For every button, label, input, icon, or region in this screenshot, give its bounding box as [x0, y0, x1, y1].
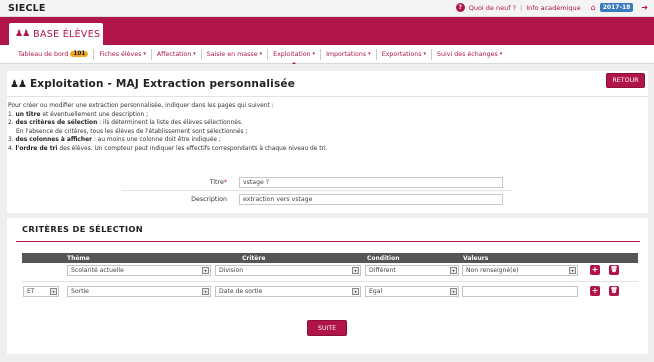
column-valeurs: Valeurs	[463, 254, 489, 262]
column-critere: Critère	[242, 254, 266, 262]
retour-button[interactable]: RETOUR	[606, 73, 645, 88]
section-tab[interactable]: ♟♟ BASE ÉLÈVES	[9, 23, 103, 45]
suite-button[interactable]: SUITE	[307, 320, 347, 336]
divider	[7, 96, 648, 97]
intro-text: Pour créer ou modifier une extraction pe…	[8, 102, 638, 154]
chevron-down-icon: ▾	[368, 51, 371, 57]
top-bar: SIECLE ? Quoi de neuf ? | Info académiqu…	[0, 0, 654, 17]
main-nav: Tableau de bord 101 Fiches élèves ▾ Affe…	[0, 45, 654, 65]
section-label: BASE ÉLÈVES	[33, 28, 101, 40]
title-row: Titre* vstage ?	[160, 177, 503, 188]
theme-select[interactable]: Scolarité actuelle ▾	[67, 265, 211, 276]
chevron-down-icon: ▾	[312, 51, 316, 57]
description-row: Description extraction vers vstage	[160, 194, 503, 205]
school-icon[interactable]: ⌂	[591, 3, 596, 12]
chevron-down-icon: ▾	[259, 51, 263, 57]
criteria-table-header: Thème Critère Condition Valeurs	[22, 253, 638, 263]
help-icon[interactable]: ?	[455, 3, 465, 12]
nav-importations[interactable]: Importations ▾	[321, 48, 377, 60]
title-input[interactable]: vstage ?	[239, 177, 503, 188]
add-criterion-button[interactable]: +	[590, 265, 600, 275]
chevron-down-icon: ▾	[450, 288, 457, 295]
intro-line: Pour créer ou modifier une extraction pe…	[8, 103, 274, 109]
chevron-down-icon: ▾	[569, 267, 576, 274]
nav-label: Exploitation	[273, 50, 311, 58]
nav-fiches-eleves[interactable]: Fiches élèves ▾	[94, 48, 152, 60]
intro-step-3: 3. des colonnes à afficher : au moins un…	[8, 137, 221, 144]
intro-step-1: 1. un titre et éventuellement une descri…	[8, 111, 149, 118]
page-title: ♟♟ Exploitation - MAJ Extraction personn…	[10, 78, 295, 90]
criteria-heading: CRITÈRES DE SÉLECTION	[22, 224, 143, 234]
chevron-down-icon: ▾	[193, 51, 196, 57]
top-links: ? Quoi de neuf ? | Info académique ⌂ 201…	[455, 3, 648, 12]
chevron-down-icon: ▾	[423, 51, 427, 57]
valeur-input[interactable]	[462, 286, 578, 297]
nav-affectation[interactable]: Affectation ▾	[152, 48, 202, 60]
top-separator: |	[520, 3, 523, 12]
intro-step-2: 2. des critères de sélection : ils déter…	[8, 120, 243, 127]
nav-label: Fiches élèves	[99, 50, 142, 58]
app-title: SIECLE	[8, 3, 46, 14]
condition-select[interactable]: Egal ▾	[365, 286, 459, 297]
chevron-down-icon: ▾	[499, 51, 503, 57]
nav-label: Affectation	[156, 50, 192, 58]
page-title-text: Exploitation - MAJ Extraction personnali…	[29, 78, 296, 90]
valeur-select[interactable]: Non renseigné(e) ▾	[462, 265, 578, 276]
news-link[interactable]: Quoi de neuf ?	[469, 4, 516, 12]
divider	[122, 190, 512, 191]
critere-select[interactable]: Division ▾	[215, 265, 361, 276]
theme-select[interactable]: Sortie ▾	[67, 286, 211, 297]
nav-label: Exportations	[381, 50, 422, 58]
chevron-down-icon: ▾	[352, 267, 359, 274]
chevron-down-icon: ▾	[202, 288, 209, 295]
intro-line: En l'absence de critères, tous les élève…	[16, 128, 248, 135]
chevron-down-icon: ▾	[450, 267, 457, 274]
nav-exploitation[interactable]: Exploitation ▾	[268, 48, 322, 65]
title-label: Titre*	[209, 179, 227, 186]
add-criterion-button[interactable]: +	[590, 286, 600, 296]
nav-suivi-echanges[interactable]: Suivi des échanges ▾	[432, 49, 507, 60]
app-header: ♟♟ BASE ÉLÈVES	[0, 17, 654, 45]
divider	[22, 281, 638, 282]
required-marker: *	[223, 179, 227, 186]
academic-info-link[interactable]: Info académique	[526, 4, 580, 12]
nav-exportations[interactable]: Exportations ▾	[377, 48, 433, 60]
chevron-down-icon: ▾	[352, 288, 359, 295]
nav-label: Suivi des échanges	[437, 50, 498, 58]
description-label: Description	[191, 196, 227, 203]
notification-badge: 101	[70, 51, 89, 57]
nav-saisie-en-masse[interactable]: Saisie en masse ▾	[202, 48, 269, 60]
nav-label: Importations	[326, 50, 367, 58]
trash-icon[interactable]: 🗑	[609, 265, 619, 275]
students-icon: ♟♟	[10, 78, 27, 90]
column-theme: Thème	[67, 254, 90, 262]
chevron-down-icon: ▾	[202, 267, 209, 274]
nav-label: Tableau de bord	[18, 50, 69, 58]
chevron-down-icon: ▾	[50, 288, 57, 295]
nav-label: Saisie en masse	[206, 50, 258, 58]
logout-icon[interactable]: ➜	[641, 3, 648, 12]
critere-select[interactable]: Date de sortie ▾	[215, 286, 361, 297]
year-badge[interactable]: 2017-18	[599, 3, 634, 12]
trash-icon[interactable]: 🗑	[609, 286, 619, 296]
students-icon: ♟♟	[15, 29, 30, 39]
intro-step-4: 4. l'ordre de tri des élèves. Un compteu…	[8, 145, 328, 152]
description-input[interactable]: extraction vers vstage	[239, 194, 503, 205]
column-condition: Condition	[367, 254, 400, 262]
connector-select[interactable]: ET ▾	[23, 286, 59, 297]
chevron-down-icon: ▾	[143, 51, 146, 57]
accent-divider	[16, 241, 640, 242]
condition-select[interactable]: Différent ▾	[365, 265, 459, 276]
nav-tableau-de-bord[interactable]: Tableau de bord 101	[13, 48, 95, 60]
